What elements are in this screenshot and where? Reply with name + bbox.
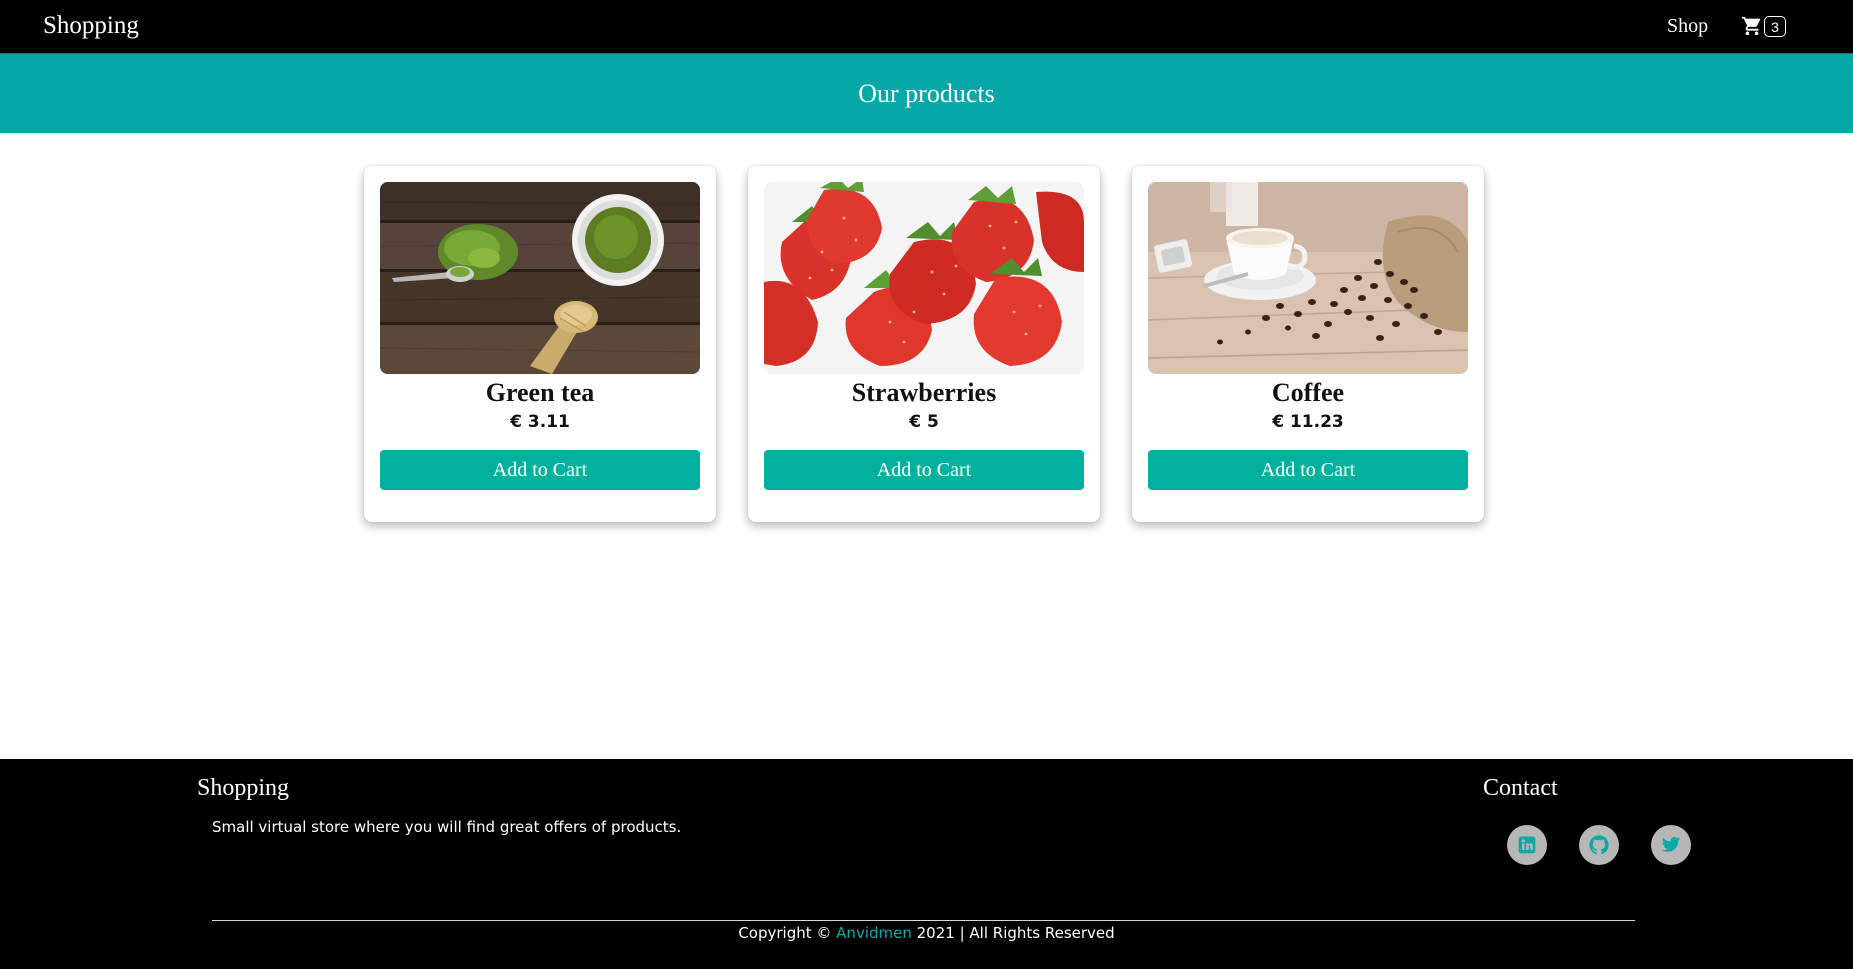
add-to-cart-button-strawberries[interactable]: Add to Cart	[764, 450, 1084, 490]
linkedin-link[interactable]	[1507, 825, 1547, 865]
product-price: € 5	[909, 412, 939, 432]
github-link[interactable]	[1579, 825, 1619, 865]
brand-link[interactable]: Shopping	[43, 12, 139, 40]
product-name: Green tea	[485, 378, 595, 407]
nav-shop-link[interactable]: Shop	[1667, 15, 1708, 38]
product-image-coffee	[1148, 182, 1468, 374]
top-navbar: Shopping Shop 3	[0, 0, 1853, 54]
product-card-strawberries: Strawberries € 5 Add to Cart	[748, 166, 1100, 522]
product-card-green-tea: Green tea € 3.11 Add to Cart	[364, 166, 716, 522]
product-name: Strawberries	[851, 378, 997, 407]
cart-icon	[1741, 15, 1763, 37]
add-to-cart-button-green-tea[interactable]: Add to Cart	[380, 450, 700, 490]
add-to-cart-button-coffee[interactable]: Add to Cart	[1148, 450, 1468, 490]
product-image-green-tea	[380, 182, 700, 374]
page-title: Our products	[858, 78, 995, 108]
hero-banner: Our products	[0, 54, 1853, 133]
copyright-prefix: Copyright ©	[738, 924, 832, 942]
product-name: Coffee	[1271, 378, 1345, 407]
product-image-strawberries	[764, 182, 1084, 374]
cart-count-badge: 3	[1764, 15, 1786, 37]
product-price: € 3.11	[510, 412, 570, 432]
footer-contact-title: Contact	[1483, 775, 1558, 801]
twitter-link[interactable]	[1651, 825, 1691, 865]
copyright: Copyright © Anvidmen 2021 | All Rights R…	[0, 924, 1853, 942]
author-link[interactable]: Anvidmen	[836, 924, 912, 942]
product-card-coffee: Coffee € 11.23 Add to Cart	[1132, 166, 1484, 522]
cart-button[interactable]: 3	[1741, 14, 1786, 38]
product-price: € 11.23	[1272, 412, 1344, 432]
github-icon	[1589, 835, 1609, 855]
copyright-suffix: 2021 | All Rights Reserved	[916, 924, 1115, 942]
twitter-icon	[1661, 835, 1681, 855]
site-footer: Shopping Small virtual store where you w…	[0, 759, 1853, 969]
linkedin-icon	[1517, 835, 1537, 855]
footer-brand: Shopping	[197, 775, 290, 801]
footer-divider	[212, 920, 1635, 921]
footer-description: Small virtual store where you will find …	[212, 818, 682, 836]
